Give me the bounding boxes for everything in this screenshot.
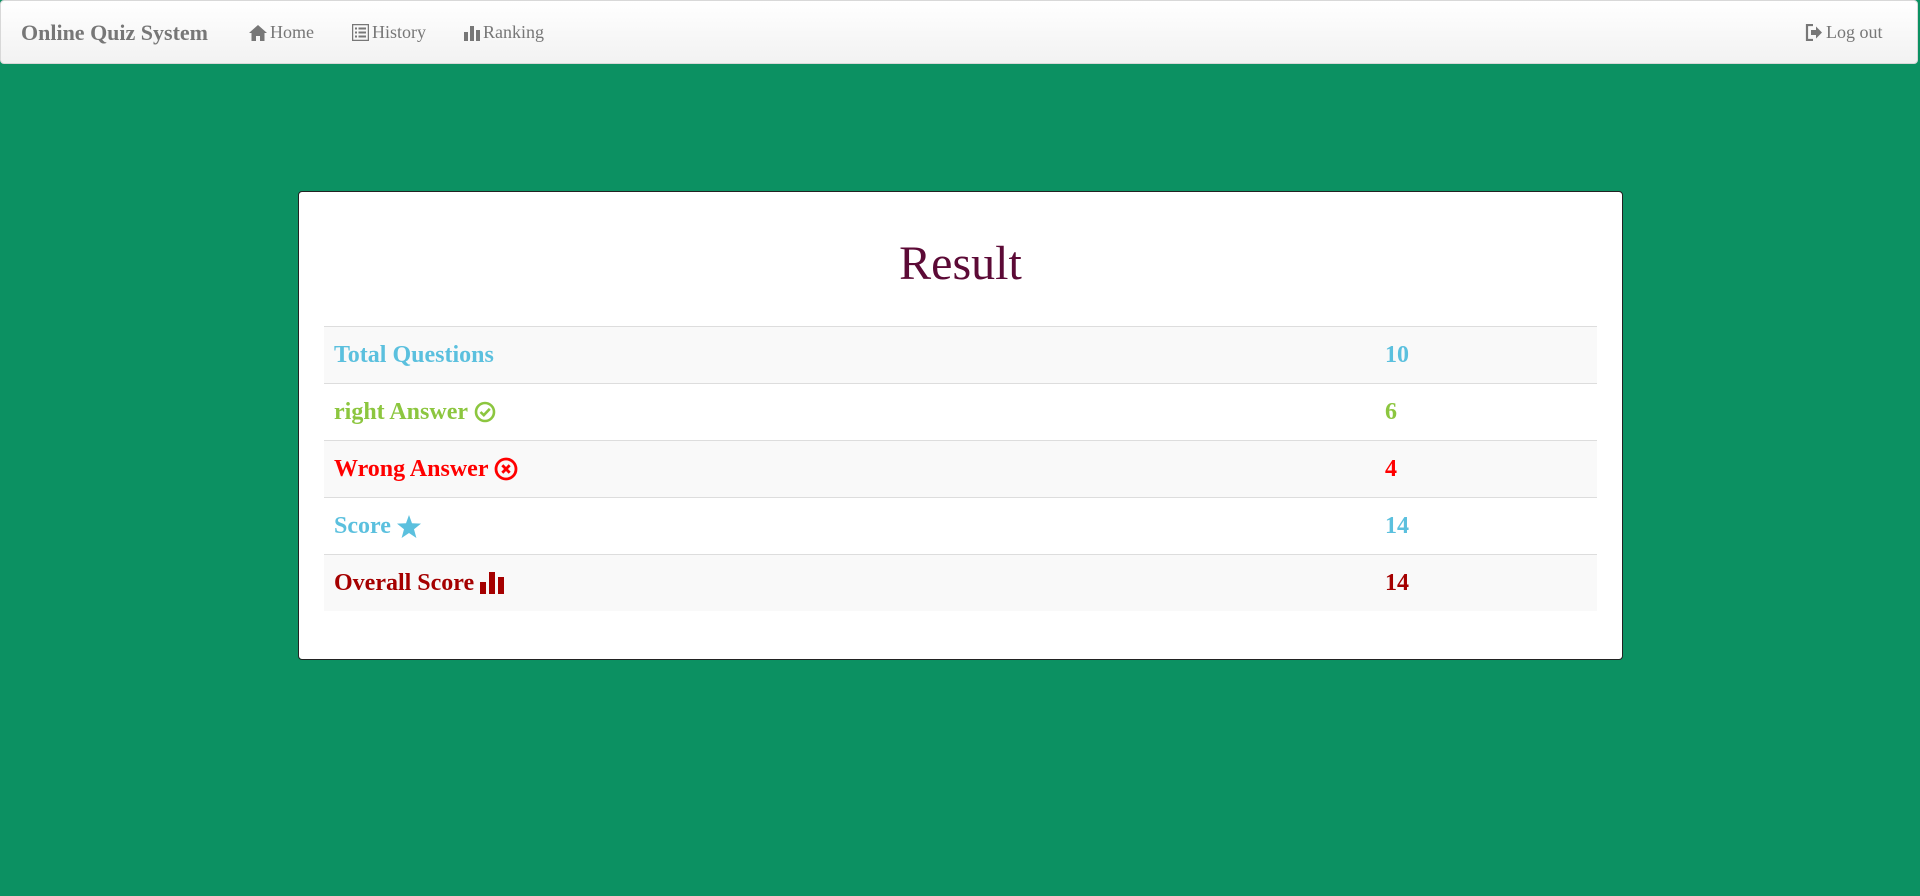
result-panel: Result Total Questions 10 right Answer 6 xyxy=(298,191,1623,660)
nav-ranking-link[interactable]: Ranking xyxy=(464,22,544,43)
total-questions-label: Total Questions xyxy=(334,341,494,368)
score-label: Score xyxy=(334,512,391,539)
wrong-answer-label-cell: Wrong Answer xyxy=(324,440,1375,498)
right-answer-label-cell: right Answer xyxy=(324,383,1375,441)
overall-score-label-cell: Overall Score xyxy=(324,554,1375,611)
list-icon xyxy=(352,24,369,41)
score-value: 14 xyxy=(1375,497,1597,555)
total-questions-value: 10 xyxy=(1375,326,1597,384)
overall-score-value: 14 xyxy=(1375,554,1597,611)
table-row: Score 14 xyxy=(324,497,1597,555)
right-answer-label: right Answer xyxy=(334,398,468,425)
table-row: right Answer 6 xyxy=(324,383,1597,441)
home-icon xyxy=(249,24,267,41)
table-row: Overall Score 14 xyxy=(324,554,1597,611)
check-circle-icon xyxy=(474,401,496,423)
table-row: Wrong Answer 4 xyxy=(324,440,1597,498)
nav-history-label: History xyxy=(372,22,426,42)
star-icon xyxy=(396,514,421,538)
nav-home-link[interactable]: Home xyxy=(249,22,314,43)
nav-history-link[interactable]: History xyxy=(352,22,426,43)
result-table: Total Questions 10 right Answer 6 Wrong … xyxy=(324,326,1597,611)
top-navbar: Online Quiz System Home History Ranking xyxy=(0,0,1918,64)
wrong-answer-label: Wrong Answer xyxy=(334,455,489,482)
bar-chart-icon xyxy=(464,25,480,41)
x-circle-icon xyxy=(495,457,518,481)
logout-link[interactable]: Log out xyxy=(1805,22,1883,43)
brand-title[interactable]: Online Quiz System xyxy=(21,20,208,46)
nav-home-label: Home xyxy=(270,22,314,42)
nav-ranking-label: Ranking xyxy=(483,22,544,42)
total-questions-label-cell: Total Questions xyxy=(324,326,1375,384)
wrong-answer-value: 4 xyxy=(1375,440,1597,498)
logout-icon xyxy=(1805,24,1822,41)
overall-score-label: Overall Score xyxy=(334,569,475,596)
table-row: Total Questions 10 xyxy=(324,326,1597,384)
logout-label: Log out xyxy=(1826,22,1883,42)
score-label-cell: Score xyxy=(324,497,1375,555)
bar-chart-icon xyxy=(480,572,505,594)
right-answer-value: 6 xyxy=(1375,383,1597,441)
result-title: Result xyxy=(899,237,1022,290)
